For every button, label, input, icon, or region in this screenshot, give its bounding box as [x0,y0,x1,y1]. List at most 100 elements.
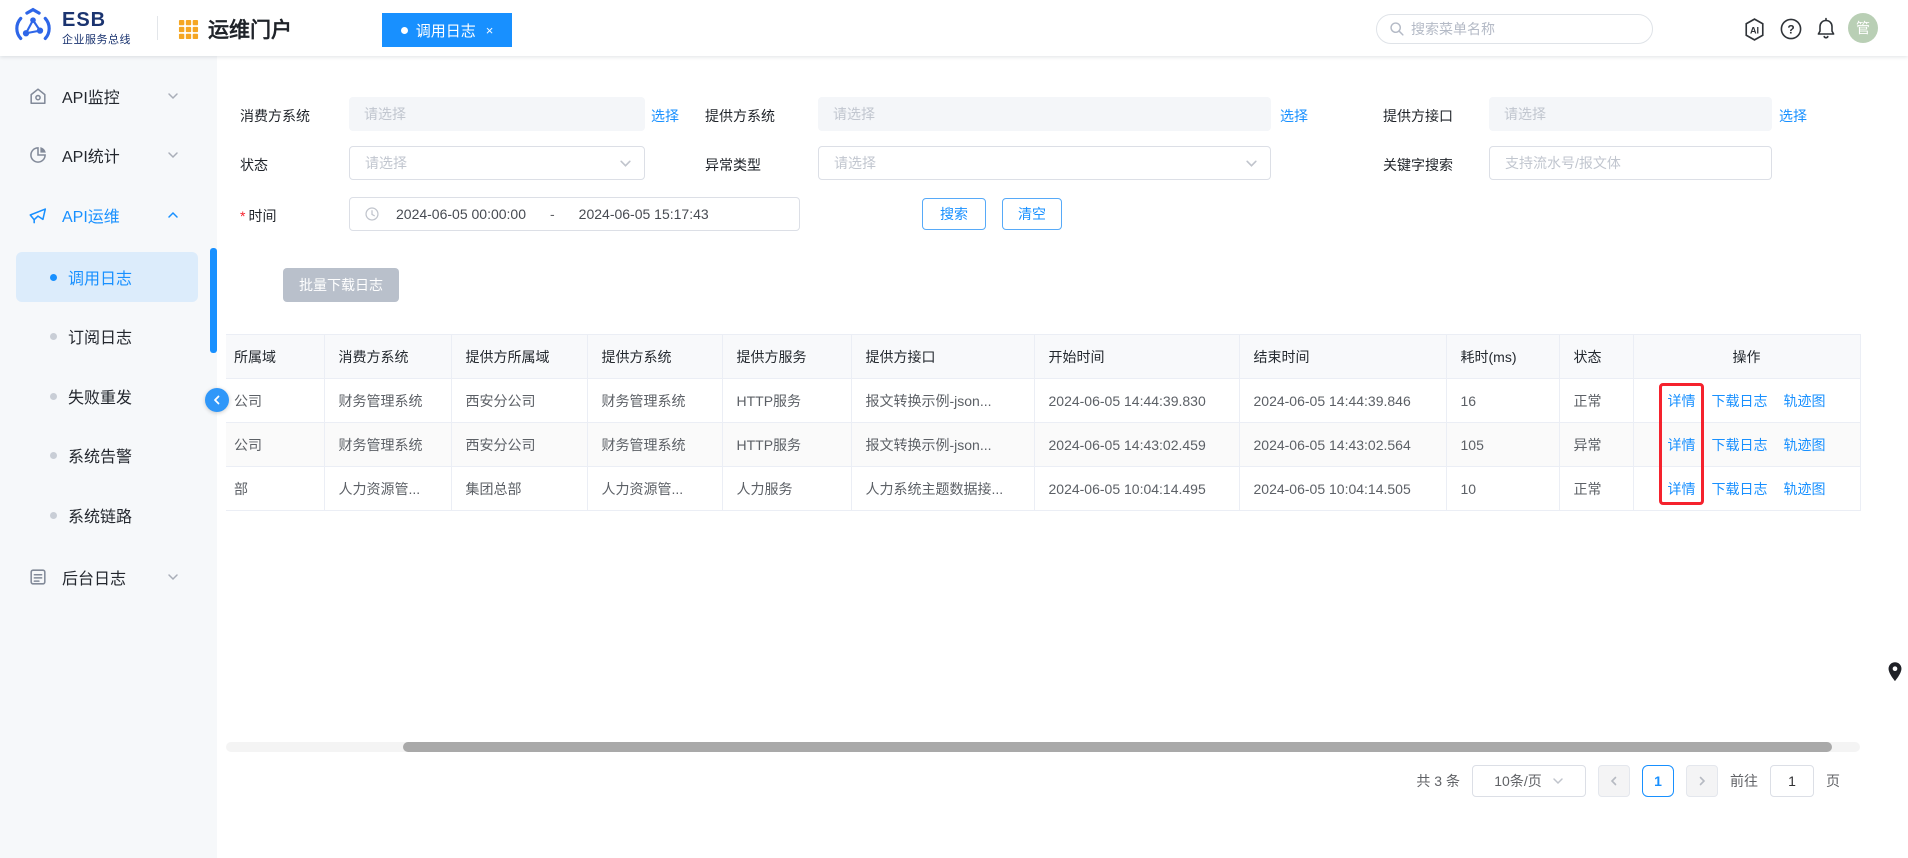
cell-consumer-system: 财务管理系统 [323,422,452,467]
cell-start-time: 2024-06-05 10:04:14.495 [1033,466,1240,511]
consumer-system-input[interactable] [349,97,645,131]
sidebar-subitem-label: 系统告警 [68,449,133,466]
column-header: 操作 [1632,334,1861,379]
ai-badge-text: AI [1750,25,1759,35]
page-size-value: 10条/页 [1494,773,1542,789]
menu-search-box[interactable] [1376,14,1653,44]
cell-status: 正常 [1558,466,1634,511]
sidebar-item-system-link[interactable]: 系统链路 [0,493,217,537]
status-select[interactable]: 请选择 [349,146,645,180]
column-header: 所属域 [226,334,325,379]
action-trace-link[interactable]: 轨迹图 [1784,393,1826,409]
action-trace-link[interactable]: 轨迹图 [1784,481,1826,497]
tab-call-log[interactable]: 调用日志 × [382,13,512,47]
action-download-log-link[interactable]: 下载日志 [1712,393,1768,409]
sidebar-item-api-ops[interactable]: API运维 [0,193,217,237]
call-log-table: 所属域 消费方系统 提供方所属域 提供方系统 提供方服务 提供方接口 开始时间 … [226,334,1861,511]
sidebar-item-subscribe-log[interactable]: 订阅日志 [0,314,217,358]
sidebar-item-api-monitor[interactable]: API监控 [0,74,217,118]
top-header: ESB 企业服务总线 运维门户 调用日志 × 搜索菜单名称 AI ? 管 [0,0,1908,56]
consumer-system-label: 消费方系统 [240,108,310,124]
sidebar-item-backend-log[interactable]: 后台日志 [0,555,217,599]
cell-provider-api: 报文转换示例-json... [850,422,1035,467]
ai-assistant-icon[interactable]: AI [1742,17,1767,42]
batch-download-button[interactable]: 批量下载日志 [283,268,399,302]
action-detail-link[interactable]: 详情 [1668,437,1696,453]
status-placeholder: 请选择 [365,155,407,171]
time-separator: - [550,206,555,222]
sidebar-item-label: API统计 [62,149,120,166]
clear-button[interactable]: 清空 [1002,198,1062,230]
goto-page-input[interactable] [1770,765,1814,797]
column-header: 提供方系统 [586,334,723,379]
grid-icon [178,19,199,39]
tab-label: 调用日志 [415,22,476,40]
brand: ESB 企业服务总线 [12,7,131,49]
pagination-total: 共 3 条 [1416,773,1460,789]
sidebar-item-system-alert[interactable]: 系统告警 [0,433,217,477]
provider-system-select-link[interactable]: 选择 [1280,106,1308,126]
sidebar-item-call-log[interactable]: 调用日志 [16,252,198,302]
brand-subtitle: 企业服务总线 [62,33,131,46]
log-file-icon [30,569,46,585]
time-label: * 时间 [240,208,277,224]
next-page-button[interactable] [1686,765,1718,797]
column-header: 状态 [1558,334,1634,379]
avatar[interactable]: 管 [1848,13,1878,43]
consumer-system-select-link[interactable]: 选择 [651,106,679,126]
horizontal-scrollbar-thumb[interactable] [403,742,1832,752]
sidebar-collapse-button[interactable] [205,388,229,412]
sidebar-item-label: 后台日志 [62,571,127,588]
esb-logo-icon [15,7,51,41]
cell-provider-service: HTTP服务 [721,422,852,467]
bell-icon[interactable] [1815,17,1837,40]
map-pin-icon[interactable] [1886,660,1904,684]
action-trace-link[interactable]: 轨迹图 [1784,437,1826,453]
cell-provider-service: HTTP服务 [721,378,852,423]
column-header: 结束时间 [1238,334,1447,379]
sidebar-scrollbar-thumb[interactable] [210,248,217,353]
provider-system-input[interactable] [818,97,1271,131]
provider-api-select-link[interactable]: 选择 [1779,106,1807,126]
tab-close-icon[interactable]: × [486,23,494,38]
page-number-button[interactable]: 1 [1642,765,1674,797]
chevron-down-icon [168,574,178,581]
action-download-log-link[interactable]: 下载日志 [1712,481,1768,497]
prev-page-button[interactable] [1598,765,1630,797]
portal-home[interactable]: 运维门户 [178,14,292,44]
search-button[interactable]: 搜索 [922,198,986,230]
chevron-down-icon [1552,778,1563,785]
sidebar-item-fail-retry[interactable]: 失败重发 [0,374,217,418]
brand-title: ESB [62,8,107,31]
action-download-log-link[interactable]: 下载日志 [1712,437,1768,453]
bullet-dot-icon [50,511,57,519]
time-range-picker[interactable]: 2024-06-05 00:00:00 - 2024-06-05 15:17:4… [349,197,800,231]
cell-end-time: 2024-06-05 10:04:14.505 [1238,466,1447,511]
action-detail-link[interactable]: 详情 [1668,393,1696,409]
keyword-input[interactable] [1489,146,1772,180]
page-size-select[interactable]: 10条/页 [1472,765,1586,797]
sidebar: API监控 API统计 API运维 调用日志 订阅日志 失败重发 系统告警 系统… [0,56,217,858]
cell-domain: 部 [226,466,325,511]
provider-api-input[interactable] [1489,97,1772,131]
sidebar-subitem-label: 系统链路 [68,509,133,526]
provider-system-label: 提供方系统 [705,108,775,124]
cell-status: 异常 [1558,422,1634,467]
table-header-row: 所属域 消费方系统 提供方所属域 提供方系统 提供方服务 提供方接口 开始时间 … [226,334,1861,379]
required-mark: * [240,208,246,224]
cell-provider-system: 财务管理系统 [586,422,723,467]
column-header: 耗时(ms) [1445,334,1560,379]
bullet-dot-icon [50,392,57,400]
cell-provider-api: 人力系统主题数据接... [850,466,1035,511]
chevron-down-icon [1246,160,1257,167]
time-start-value: 2024-06-05 00:00:00 [396,206,526,222]
app-window: ESB 企业服务总线 运维门户 调用日志 × 搜索菜单名称 AI ? 管 API… [0,0,1908,858]
exception-type-select[interactable]: 请选择 [818,146,1271,180]
sidebar-item-label: API监控 [62,90,120,107]
sidebar-item-api-stats[interactable]: API统计 [0,133,217,177]
help-icon[interactable]: ? [1780,18,1802,40]
column-header: 消费方系统 [323,334,452,379]
menu-search-input[interactable] [1411,21,1640,37]
cell-status: 正常 [1558,378,1634,423]
action-detail-link[interactable]: 详情 [1668,481,1696,497]
